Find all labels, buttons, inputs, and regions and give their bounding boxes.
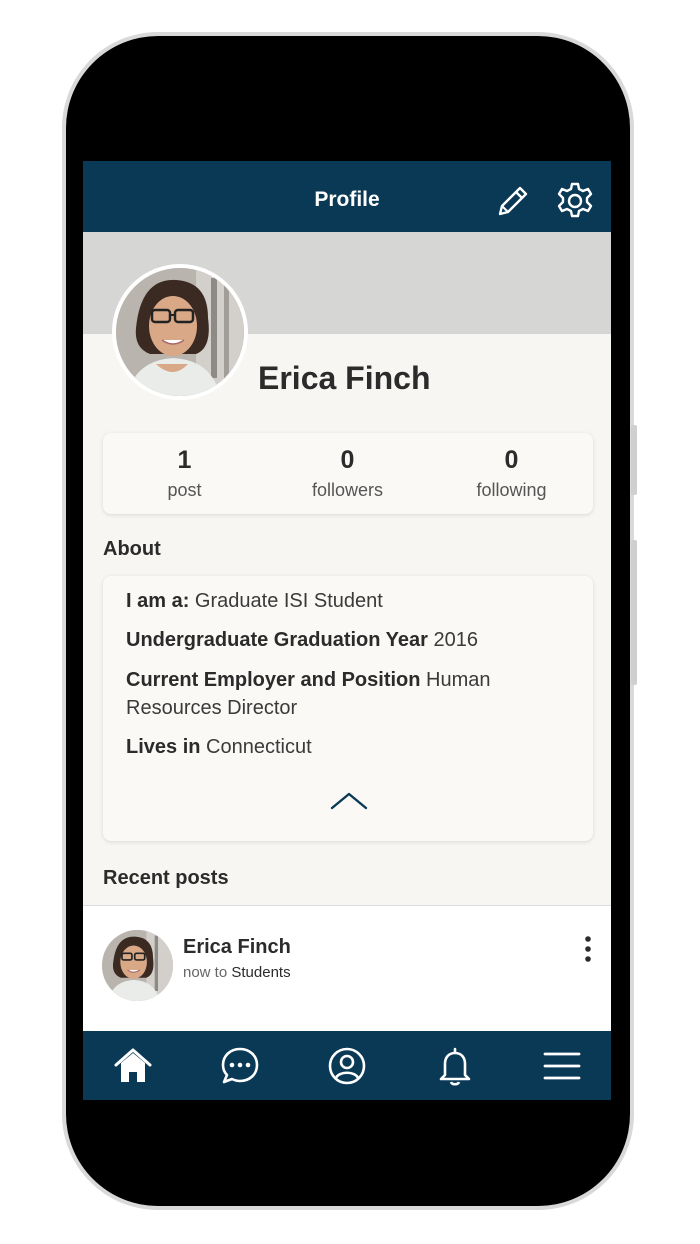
following-label: following xyxy=(476,480,547,500)
posts-stat[interactable]: 1 post xyxy=(103,445,266,501)
nav-notifications[interactable] xyxy=(434,1045,476,1087)
followers-label: followers xyxy=(311,480,384,500)
post-author-name[interactable]: Erica Finch xyxy=(183,936,291,959)
recent-posts-heading: Recent posts xyxy=(103,867,229,889)
power-button xyxy=(631,540,637,685)
about-field-role: I am a: Graduate ISI Student xyxy=(126,587,566,615)
posts-label: post xyxy=(167,480,202,500)
profile-name: Erica Finch xyxy=(258,360,431,396)
about-card: I am a: Graduate ISI Student Undergradua… xyxy=(103,576,593,841)
about-label: Lives in xyxy=(126,736,201,758)
top-bar: Profile xyxy=(83,161,611,232)
about-value: 2016 xyxy=(433,629,479,651)
volume-button xyxy=(631,425,637,495)
about-label: Undergraduate Graduation Year xyxy=(126,629,428,651)
nav-home[interactable] xyxy=(112,1045,154,1087)
bell-icon xyxy=(439,1047,471,1086)
post-group-link[interactable]: Students xyxy=(231,964,290,981)
followers-stat[interactable]: 0 followers xyxy=(266,445,429,501)
about-label: I am a: xyxy=(126,590,190,612)
nav-profile[interactable] xyxy=(326,1045,368,1087)
bottom-nav xyxy=(83,1031,611,1100)
nav-messages[interactable] xyxy=(219,1045,261,1087)
post-meta: now to Students xyxy=(183,964,291,981)
about-field-graduation-year: Undergraduate Graduation Year 2016 xyxy=(126,626,566,654)
chat-icon xyxy=(221,1047,259,1084)
gear-icon xyxy=(557,182,593,218)
following-count: 0 xyxy=(504,446,519,474)
about-heading: About xyxy=(103,538,161,560)
posts-count: 1 xyxy=(177,446,192,474)
collapse-about-button[interactable] xyxy=(329,789,369,813)
edit-profile-button[interactable] xyxy=(493,181,533,221)
chevron-up-icon xyxy=(330,792,368,810)
about-value: Connecticut xyxy=(206,736,312,758)
more-vertical-icon xyxy=(585,936,591,962)
avatar-photo xyxy=(102,930,173,1001)
home-icon xyxy=(114,1048,152,1082)
post-time: now to xyxy=(183,964,228,981)
profile-icon xyxy=(328,1047,366,1085)
profile-avatar[interactable] xyxy=(112,264,248,400)
post-options-button[interactable] xyxy=(581,936,595,962)
avatar-photo xyxy=(116,268,244,396)
about-field-location: Lives in Connecticut xyxy=(126,733,566,761)
post-card[interactable]: Erica Finch now to Students xyxy=(83,906,611,1031)
following-stat[interactable]: 0 following xyxy=(430,445,593,501)
about-field-employer: Current Employer and Position Human Reso… xyxy=(126,666,566,722)
stats-card: 1 post 0 followers 0 following xyxy=(103,433,593,514)
pencil-icon xyxy=(498,186,528,216)
app-screen: Profile Erica Finch 1 post 0 followers 0… xyxy=(83,161,611,1100)
menu-icon xyxy=(543,1052,581,1080)
settings-button[interactable] xyxy=(555,181,595,221)
followers-count: 0 xyxy=(340,446,355,474)
about-label: Current Employer and Position xyxy=(126,669,421,691)
about-value: Graduate ISI Student xyxy=(194,590,383,612)
nav-menu[interactable] xyxy=(541,1045,583,1087)
post-author-avatar[interactable] xyxy=(102,930,173,1001)
